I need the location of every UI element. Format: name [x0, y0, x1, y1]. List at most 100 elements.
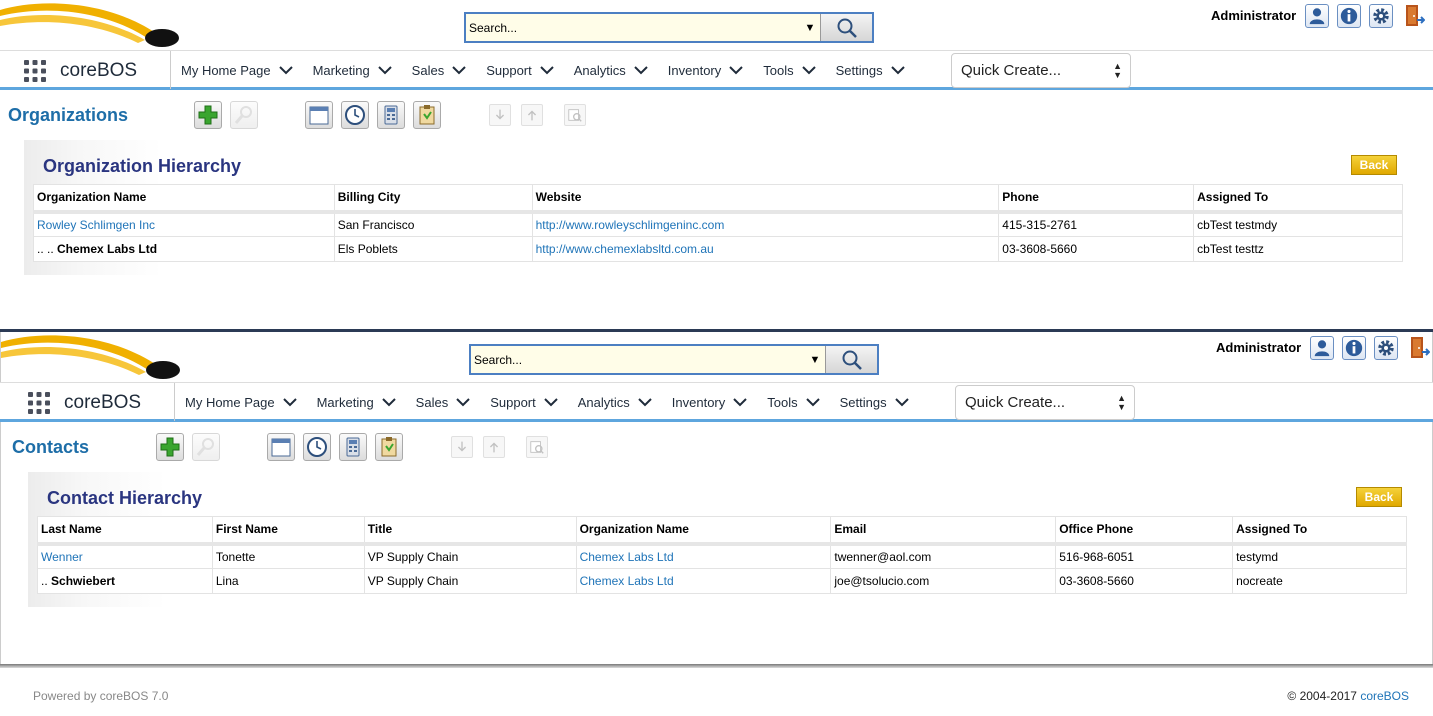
email-cell: twenner@aol.com: [830, 543, 1057, 569]
nav-item-tools[interactable]: Tools: [767, 395, 819, 410]
back-button[interactable]: Back: [1351, 155, 1397, 175]
apps-grid-icon[interactable]: [23, 59, 47, 83]
corebos-logo-icon[interactable]: [0, 0, 185, 50]
clock-button[interactable]: [341, 101, 369, 129]
nav-item-support[interactable]: Support: [490, 395, 558, 410]
org-link[interactable]: Rowley Schlimgen Inc: [37, 218, 155, 232]
quick-create-select[interactable]: Quick Create... ▲ ▼: [955, 385, 1135, 420]
column-header: Phone: [998, 184, 1195, 214]
content-bottom-shadow: [0, 664, 1433, 668]
assigned-cell: testymd: [1232, 543, 1407, 569]
search-icon: [836, 17, 858, 39]
checklist-button[interactable]: [413, 101, 441, 129]
org-link[interactable]: Chemex Labs Ltd: [580, 574, 674, 588]
search-button[interactable]: [825, 346, 877, 373]
info-icon[interactable]: [1337, 4, 1361, 28]
plus-icon: [159, 436, 181, 458]
nav-item-settings[interactable]: Settings: [836, 63, 905, 78]
corebos-logo-icon[interactable]: [1, 332, 186, 382]
nav-item-inventory[interactable]: Inventory: [668, 63, 743, 78]
website-link[interactable]: http://www.chemexlabsltd.com.au: [536, 242, 714, 256]
nav-item-inventory[interactable]: Inventory: [672, 395, 747, 410]
calendar-button[interactable]: [267, 433, 295, 461]
nav-item-sales[interactable]: Sales: [412, 63, 467, 78]
org-link[interactable]: Chemex Labs Ltd: [580, 550, 674, 564]
search-box[interactable]: Search... ▼: [469, 344, 879, 375]
copyright-text: © 2004-2017 coreBOS: [1287, 689, 1409, 703]
clock-button[interactable]: [303, 433, 331, 461]
calculator-icon: [342, 436, 364, 458]
chevron-down-icon: [733, 397, 747, 407]
table-row: .. Schwiebert Lina VP Supply Chain Cheme…: [37, 568, 1407, 594]
nav-item-marketing[interactable]: Marketing: [317, 395, 396, 410]
exit-door-icon[interactable]: [1408, 336, 1430, 360]
chevron-down-icon: [638, 397, 652, 407]
search-records-button: [230, 101, 258, 129]
nav-item-analytics[interactable]: Analytics: [578, 395, 652, 410]
nav-item-my-home-page[interactable]: My Home Page: [185, 395, 297, 410]
nav-menu: My Home Page Marketing Sales Support Ana…: [181, 51, 925, 89]
chevron-down-icon: [806, 397, 820, 407]
website-link[interactable]: http://www.rowleyschlimgeninc.com: [536, 218, 725, 232]
clock-icon: [344, 104, 366, 126]
chevron-down-icon: [891, 65, 905, 75]
contact-link[interactable]: Wenner: [41, 550, 83, 564]
org-name-cell: Rowley Schlimgen Inc: [33, 211, 335, 237]
brand-name[interactable]: coreBOS: [64, 392, 141, 414]
magnifier-icon: [233, 104, 255, 126]
back-button[interactable]: Back: [1356, 487, 1402, 507]
apps-grid-icon[interactable]: [27, 391, 51, 415]
user-icon[interactable]: [1305, 4, 1329, 28]
search-box[interactable]: Search... ▼: [464, 12, 874, 43]
chevron-down-icon: [634, 65, 648, 75]
checklist-button[interactable]: [375, 433, 403, 461]
nav-item-support[interactable]: Support: [486, 63, 554, 78]
search-input[interactable]: Search...: [466, 21, 800, 35]
phone-cell: 03-3608-5660: [998, 236, 1195, 262]
nav-item-settings[interactable]: Settings: [840, 395, 909, 410]
find-duplicates-icon: [567, 107, 583, 123]
add-record-button[interactable]: [156, 433, 184, 461]
last-name-cell: .. Schwiebert: [37, 568, 213, 594]
calculator-button[interactable]: [339, 433, 367, 461]
gear-icon[interactable]: [1374, 336, 1398, 360]
user-icon[interactable]: [1310, 336, 1334, 360]
export-button: [521, 104, 543, 126]
select-arrows-icon: ▲ ▼: [1117, 392, 1126, 412]
brand-name[interactable]: coreBOS: [60, 60, 137, 82]
chevron-down-icon: [456, 397, 470, 407]
clipboard-icon: [416, 104, 438, 126]
search-dropdown-icon[interactable]: ▼: [800, 22, 820, 34]
nav-item-tools[interactable]: Tools: [763, 63, 815, 78]
module-title[interactable]: Organizations: [8, 105, 128, 126]
corebos-footer-link[interactable]: coreBOS: [1360, 689, 1409, 703]
org-name-cell: Chemex Labs Ltd: [575, 568, 832, 594]
search-dropdown-icon[interactable]: ▼: [805, 354, 825, 366]
gear-icon[interactable]: [1369, 4, 1393, 28]
nav-item-sales[interactable]: Sales: [416, 395, 471, 410]
magnifier-icon: [195, 436, 217, 458]
search-input[interactable]: Search...: [471, 353, 805, 367]
info-icon[interactable]: [1342, 336, 1366, 360]
table-header-row: Organization Name Billing City Website P…: [33, 184, 1403, 214]
nav-item-marketing[interactable]: Marketing: [313, 63, 392, 78]
exit-door-icon[interactable]: [1403, 4, 1425, 28]
calculator-button[interactable]: [377, 101, 405, 129]
panel-title: Contact Hierarchy: [47, 488, 203, 508]
calendar-button[interactable]: [305, 101, 333, 129]
column-header: Website: [531, 184, 1000, 214]
find-duplicates-button: [526, 436, 548, 458]
assigned-cell: nocreate: [1232, 568, 1407, 594]
quick-create-select[interactable]: Quick Create... ▲ ▼: [951, 53, 1131, 88]
phone-cell: 415-315-2761: [998, 211, 1195, 237]
column-header: Title: [363, 516, 577, 546]
search-button[interactable]: [820, 14, 872, 41]
clock-icon: [306, 436, 328, 458]
arrow-up-icon: [486, 439, 502, 455]
add-record-button[interactable]: [194, 101, 222, 129]
nav-item-my-home-page[interactable]: My Home Page: [181, 63, 293, 78]
module-title[interactable]: Contacts: [12, 437, 89, 458]
find-duplicates-button: [564, 104, 586, 126]
nav-item-analytics[interactable]: Analytics: [574, 63, 648, 78]
contact-hierarchy-table: Last Name First Name Title Organization …: [37, 516, 1407, 594]
